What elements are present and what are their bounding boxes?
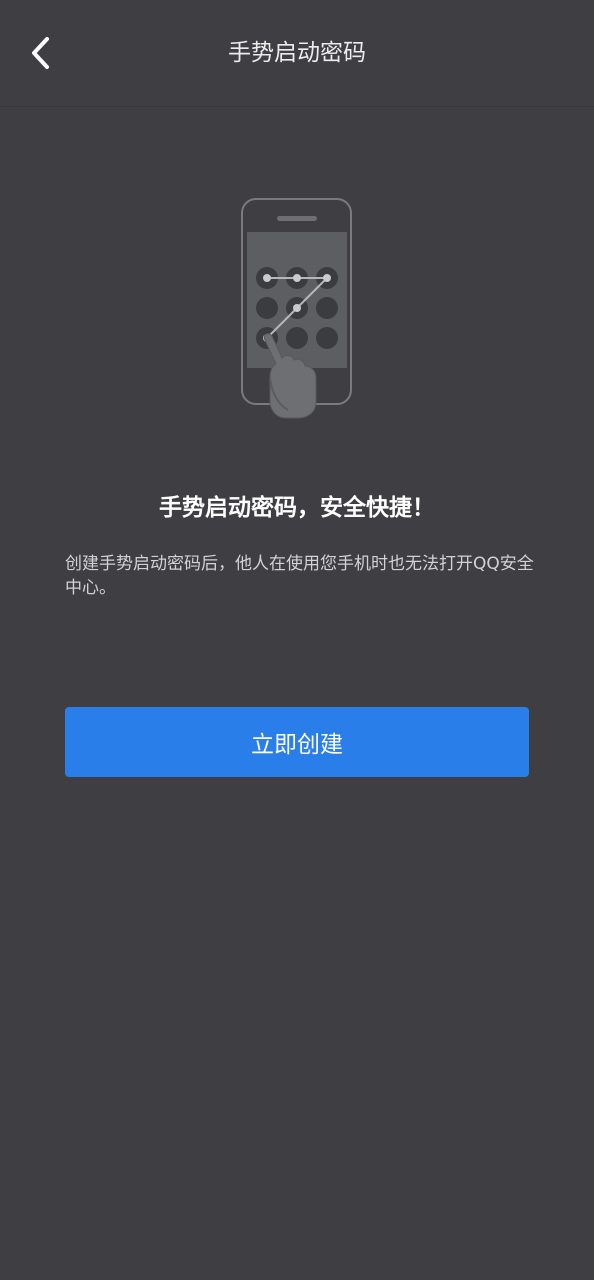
headline: 手势启动密码，安全快捷！ [159,495,435,521]
navigation-bar: 手势启动密码 [0,0,594,107]
description-text: 创建手势启动密码后，他人在使用您手机时也无法打开QQ安全中心。 [65,554,534,598]
phone-gesture-illustration [232,190,362,430]
create-now-button[interactable]: 立即创建 [65,707,529,777]
page-title: 手势启动密码 [228,40,366,66]
gesture-password-page: 手势启动密码 手势启动密码，安全快捷！ 创建手势启动密码后，他人在使用您手机时也… [0,0,594,1280]
phone-gesture-lock-icon [241,198,352,419]
